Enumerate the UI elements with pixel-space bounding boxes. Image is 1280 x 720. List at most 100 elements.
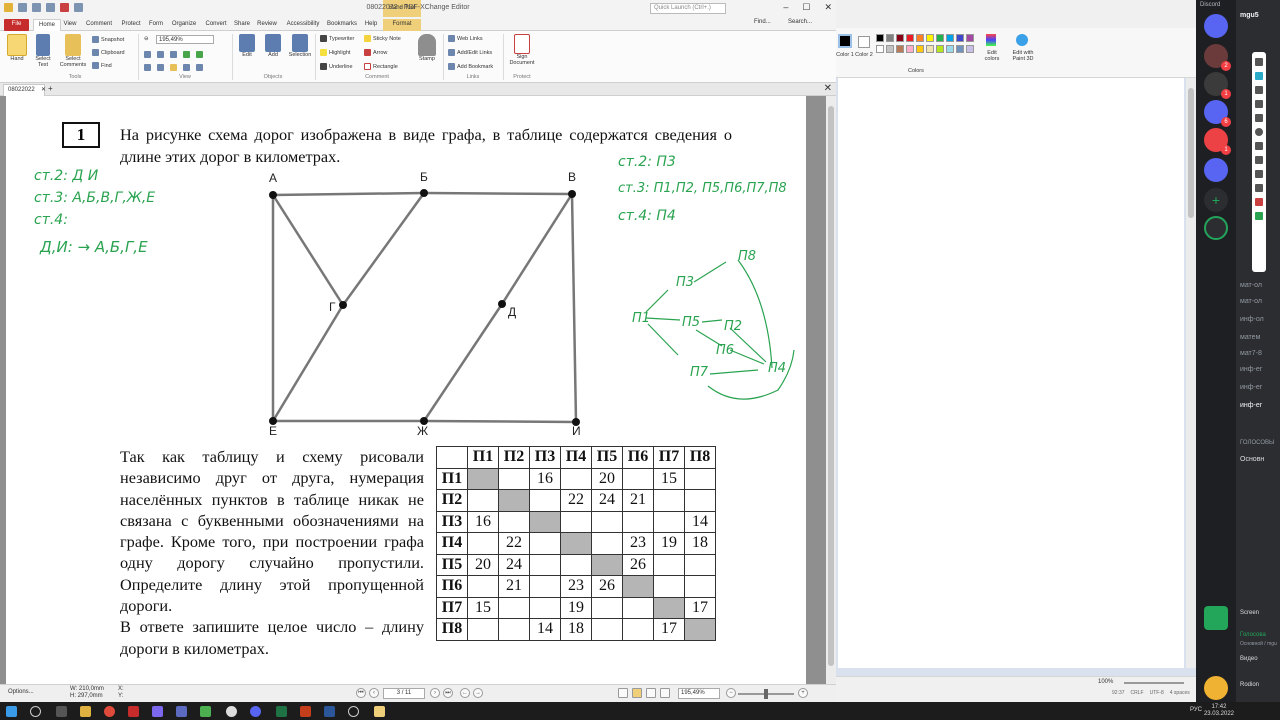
tab-file[interactable]: File [4,19,29,31]
tab-accessibility[interactable]: Accessibility [283,19,323,31]
web-links-button[interactable]: Web Links [448,35,483,42]
zoom-slider[interactable] [738,689,794,699]
palette-swatch[interactable] [966,34,974,42]
app-icon[interactable] [374,706,385,717]
rectangle-button[interactable]: Rectangle [364,63,398,70]
select-text-button[interactable]: Select Text [32,34,54,68]
add-edit-links-button[interactable]: Add/Edit Links [448,49,492,56]
forward-icon[interactable]: → [473,688,483,698]
add-bookmark-button[interactable]: Add Bookmark [448,63,493,70]
new-tab-icon[interactable]: + [48,84,53,93]
user-avatar[interactable] [1204,676,1228,700]
palette-swatch[interactable] [906,45,914,53]
palette-swatch[interactable] [936,34,944,42]
app-icon[interactable] [176,706,187,717]
clock[interactable]: 17:42 23.03.2022 [1204,704,1234,718]
options-button[interactable]: Options... [8,689,34,695]
app-icon[interactable] [152,706,163,717]
add-server-icon[interactable]: + [1204,188,1228,212]
tab-review[interactable]: Review [255,19,279,31]
edit-colors-button[interactable]: Edit colors [982,50,1002,62]
status-zoom-input[interactable]: 195,49% [678,688,720,699]
select-comments-button[interactable]: Select Comments [58,34,88,68]
eraser-icon[interactable] [1255,114,1263,122]
palette-swatch[interactable] [876,34,884,42]
single-page-view-icon[interactable] [618,688,628,698]
next-page-icon[interactable]: › [430,688,440,698]
search-button[interactable]: Search... [788,19,812,25]
tab-view[interactable]: View [62,19,78,31]
tab-protect[interactable]: Protect [118,19,144,31]
channel-item-active[interactable]: инф-ег [1240,402,1262,409]
fit-width-icon[interactable] [157,51,164,58]
tab-convert[interactable]: Convert [202,19,230,31]
edit-colors-icon[interactable] [986,34,996,46]
clipboard-tool-icon[interactable] [1255,184,1263,192]
edit-paint3d-button[interactable]: Edit with Paint 3D [1008,50,1038,62]
powerpoint-icon[interactable] [300,706,311,717]
find-button[interactable]: Find... [754,19,771,25]
palette-swatch[interactable] [886,34,894,42]
actual-size-icon[interactable] [170,51,177,58]
palette-swatch[interactable] [876,45,884,53]
paint3d-icon[interactable] [1016,34,1028,46]
app-icon[interactable] [226,706,237,717]
channel-item[interactable]: мат7-8 [1240,350,1262,357]
discord-taskbar-icon[interactable] [250,706,261,717]
task-view-icon[interactable] [56,706,67,717]
document-tab[interactable]: 08022022 ✕ [3,84,46,96]
add-objects-button[interactable]: Add [262,34,284,58]
video-button[interactable]: Видео [1240,656,1258,662]
cover-view-icon[interactable] [660,688,670,698]
server-icon[interactable]: 2 [1204,44,1231,71]
word-icon[interactable] [324,706,335,717]
paint-scrollbar[interactable] [1186,78,1196,668]
prev-page-icon[interactable]: ‹ [369,688,379,698]
tab-form[interactable]: Form [146,19,166,31]
vertical-scrollbar[interactable] [826,96,836,684]
palette-swatch[interactable] [946,45,954,53]
hand-tool-button[interactable]: Hand [6,34,28,62]
first-page-icon[interactable]: ⏮ [356,688,366,698]
page-number-input[interactable]: 3 / 11 [383,688,425,699]
palette-swatch[interactable] [966,45,974,53]
channel-item[interactable]: инф-ег [1240,366,1262,373]
typewriter-button[interactable]: Typewriter [320,35,354,42]
palette-swatch[interactable] [926,34,934,42]
fit-page-icon[interactable] [144,51,151,58]
channel-item[interactable]: инф-ол [1240,316,1264,323]
sticky-note-button[interactable]: Sticky Note [364,35,401,42]
back-icon[interactable]: ← [460,688,470,698]
facing-view-icon[interactable] [646,688,656,698]
tab-home[interactable]: Home [33,19,61,31]
facing-icon[interactable] [170,64,177,71]
pdf-xchange-icon[interactable] [128,706,139,717]
highlighter-icon[interactable] [1255,100,1263,108]
color2-swatch[interactable] [858,36,870,48]
continuous-view-icon[interactable] [632,688,642,698]
tab-organize[interactable]: Organize [169,19,199,31]
close-document-icon[interactable]: ✕ [824,83,832,94]
selection-button[interactable]: Selection [287,34,313,58]
rotate-right-icon[interactable] [196,51,203,58]
channel-item[interactable]: матем [1240,334,1260,341]
explorer-icon[interactable] [80,706,91,717]
voice-channel[interactable]: Основн [1240,456,1264,463]
snapshot-button[interactable]: Snapshot [92,36,124,43]
start-icon[interactable] [6,706,17,717]
pen-icon[interactable] [1255,86,1263,94]
color1-swatch[interactable] [838,34,852,48]
close-tab-icon[interactable]: ✕ [41,85,46,96]
tab-bookmarks[interactable]: Bookmarks [326,19,358,31]
continuous-icon[interactable] [157,64,164,71]
channel-item[interactable]: мат-ол [1240,298,1262,305]
last-page-icon[interactable]: ⏭ [443,688,453,698]
zoom-in-status-icon[interactable]: + [798,688,808,698]
loupe-icon[interactable] [196,64,203,71]
trash-icon[interactable] [1255,156,1263,164]
server-icon[interactable] [1204,158,1228,182]
edit-objects-button[interactable]: Edit [236,34,258,58]
paint-canvas[interactable] [838,78,1184,668]
paint-scrollbar-thumb[interactable] [1188,88,1194,218]
server-icon[interactable]: 1 [1204,72,1231,99]
